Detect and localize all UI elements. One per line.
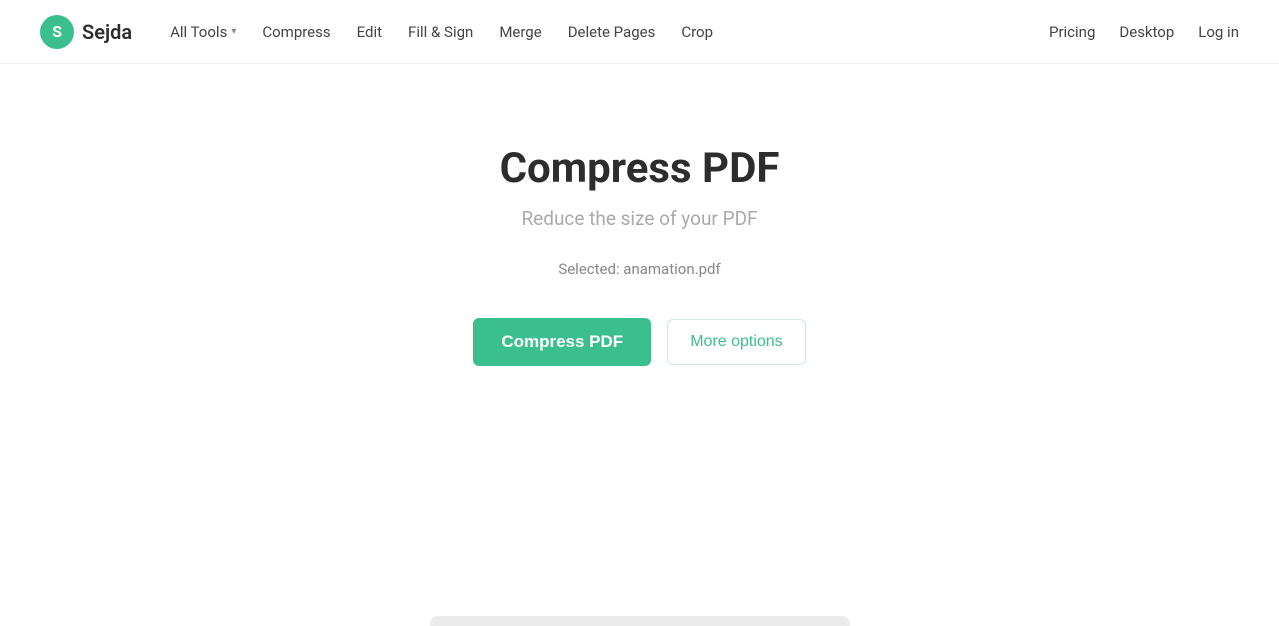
page-title: Compress PDF — [500, 144, 780, 193]
all-tools-label: All Tools — [170, 23, 227, 41]
nav-delete-pages[interactable]: Delete Pages — [558, 17, 666, 47]
nav-compress[interactable]: Compress — [252, 17, 340, 47]
selected-file-label: Selected: anamation.pdf — [558, 260, 720, 278]
nav-fill-sign[interactable]: Fill & Sign — [398, 17, 483, 47]
nav-left: S Sejda All Tools ▾ Compress Edit Fill &… — [40, 15, 723, 49]
header: S Sejda All Tools ▾ Compress Edit Fill &… — [0, 0, 1279, 64]
main-content: Compress PDF Reduce the size of your PDF… — [0, 64, 1279, 366]
primary-nav: All Tools ▾ Compress Edit Fill & Sign Me… — [160, 17, 723, 47]
nav-login[interactable]: Log in — [1198, 23, 1239, 41]
nav-pricing[interactable]: Pricing — [1049, 23, 1095, 41]
nav-crop[interactable]: Crop — [671, 17, 723, 47]
compress-button[interactable]: Compress PDF — [473, 318, 651, 366]
page-subtitle: Reduce the size of your PDF — [521, 207, 757, 230]
logo-text: Sejda — [82, 20, 132, 44]
nav-edit[interactable]: Edit — [347, 17, 392, 47]
nav-all-tools[interactable]: All Tools ▾ — [160, 17, 246, 47]
bottom-scroll-bar — [430, 616, 850, 626]
logo-icon: S — [40, 15, 74, 49]
chevron-down-icon: ▾ — [231, 26, 236, 37]
action-row: Compress PDF More options — [473, 318, 805, 366]
nav-right: Pricing Desktop Log in — [1049, 23, 1239, 41]
more-options-button[interactable]: More options — [667, 319, 806, 365]
nav-desktop[interactable]: Desktop — [1119, 23, 1174, 41]
nav-merge[interactable]: Merge — [489, 17, 551, 47]
logo[interactable]: S Sejda — [40, 15, 132, 49]
